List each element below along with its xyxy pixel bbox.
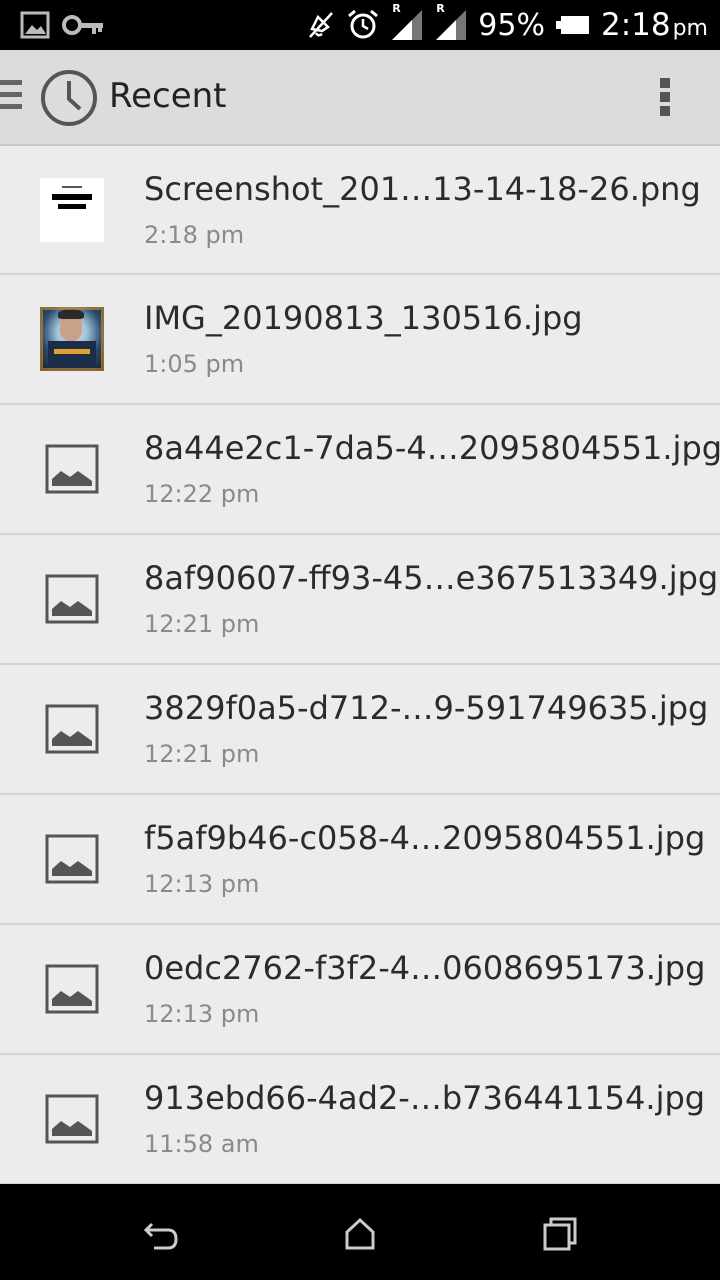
status-bar: R R 95% 2:18pm (0, 0, 720, 50)
image-file-icon (45, 574, 99, 624)
image-file-icon (45, 704, 99, 754)
list-item[interactable]: 8a44e2c1-7da5-4…2095804551.jpg 12:22 pm (0, 405, 720, 535)
key-icon (62, 15, 103, 35)
list-item[interactable]: 8af90607-ff93-45…e367513349.jpg 12:21 pm (0, 535, 720, 665)
file-name: Screenshot_201…13-14-18-26.png (144, 170, 701, 208)
signal-icon: R (434, 2, 468, 42)
back-icon[interactable] (140, 1214, 180, 1254)
list-item[interactable]: f5af9b46-c058-4…2095804551.jpg 12:13 pm (0, 795, 720, 925)
image-file-icon (45, 444, 99, 494)
screenshot-thumbnail (40, 178, 104, 242)
overflow-menu-icon[interactable] (660, 78, 672, 118)
image-icon (20, 11, 50, 39)
file-name: 3829f0a5-d712-…9-591749635.jpg (144, 689, 709, 727)
list-item[interactable]: 3829f0a5-d712-…9-591749635.jpg 12:21 pm (0, 665, 720, 795)
file-time: 12:13 pm (144, 870, 260, 898)
file-name: IMG_20190813_130516.jpg (144, 299, 583, 337)
file-time: 12:13 pm (144, 1000, 260, 1028)
roaming-label: R (436, 2, 445, 15)
photo-thumbnail (40, 307, 104, 371)
file-time: 12:21 pm (144, 610, 260, 638)
clock-time: 2:18pm (601, 7, 708, 43)
file-time: 12:21 pm (144, 740, 260, 768)
clock-time-value: 2:18 (600, 7, 671, 43)
clock-ampm: pm (672, 16, 708, 41)
file-time: 12:22 pm (144, 480, 260, 508)
home-icon[interactable] (340, 1214, 380, 1254)
mute-icon (309, 12, 334, 38)
status-bar-left (20, 9, 104, 41)
signal-icon: R (390, 2, 424, 42)
file-time: 1:05 pm (144, 350, 245, 378)
file-name: 8a44e2c1-7da5-4…2095804551.jpg (144, 429, 720, 467)
clock-icon (41, 70, 97, 126)
action-bar: Recent (0, 50, 720, 146)
menu-icon[interactable] (0, 80, 24, 116)
file-name: f5af9b46-c058-4…2095804551.jpg (144, 819, 706, 857)
battery-percent: 95% (478, 7, 545, 43)
alarm-icon (348, 9, 379, 39)
image-file-icon (45, 964, 99, 1014)
image-file-icon (45, 834, 99, 884)
recents-icon[interactable] (540, 1214, 580, 1254)
file-name: 8af90607-ff93-45…e367513349.jpg (144, 559, 719, 597)
list-item[interactable]: 0edc2762-f3f2-4…0608695173.jpg 12:13 pm (0, 925, 720, 1055)
list-item[interactable]: IMG_20190813_130516.jpg 1:05 pm (0, 275, 720, 405)
file-name: 0edc2762-f3f2-4…0608695173.jpg (144, 949, 706, 987)
navigation-bar (0, 1184, 720, 1280)
list-item[interactable]: 913ebd66-4ad2-…b736441154.jpg 11:58 am (0, 1055, 720, 1184)
battery-icon (555, 16, 589, 34)
roaming-label: R (392, 2, 401, 15)
list-item[interactable]: Screenshot_201…13-14-18-26.png 2:18 pm (0, 146, 720, 275)
status-bar-right: R R 95% 2:18pm (304, 0, 708, 50)
file-list: Screenshot_201…13-14-18-26.png 2:18 pm I… (0, 146, 720, 1184)
file-name: 913ebd66-4ad2-…b736441154.jpg (144, 1079, 706, 1117)
page-title: Recent (109, 76, 227, 116)
file-time: 11:58 am (144, 1130, 259, 1158)
image-file-icon (45, 1094, 99, 1144)
file-time: 2:18 pm (144, 221, 245, 249)
